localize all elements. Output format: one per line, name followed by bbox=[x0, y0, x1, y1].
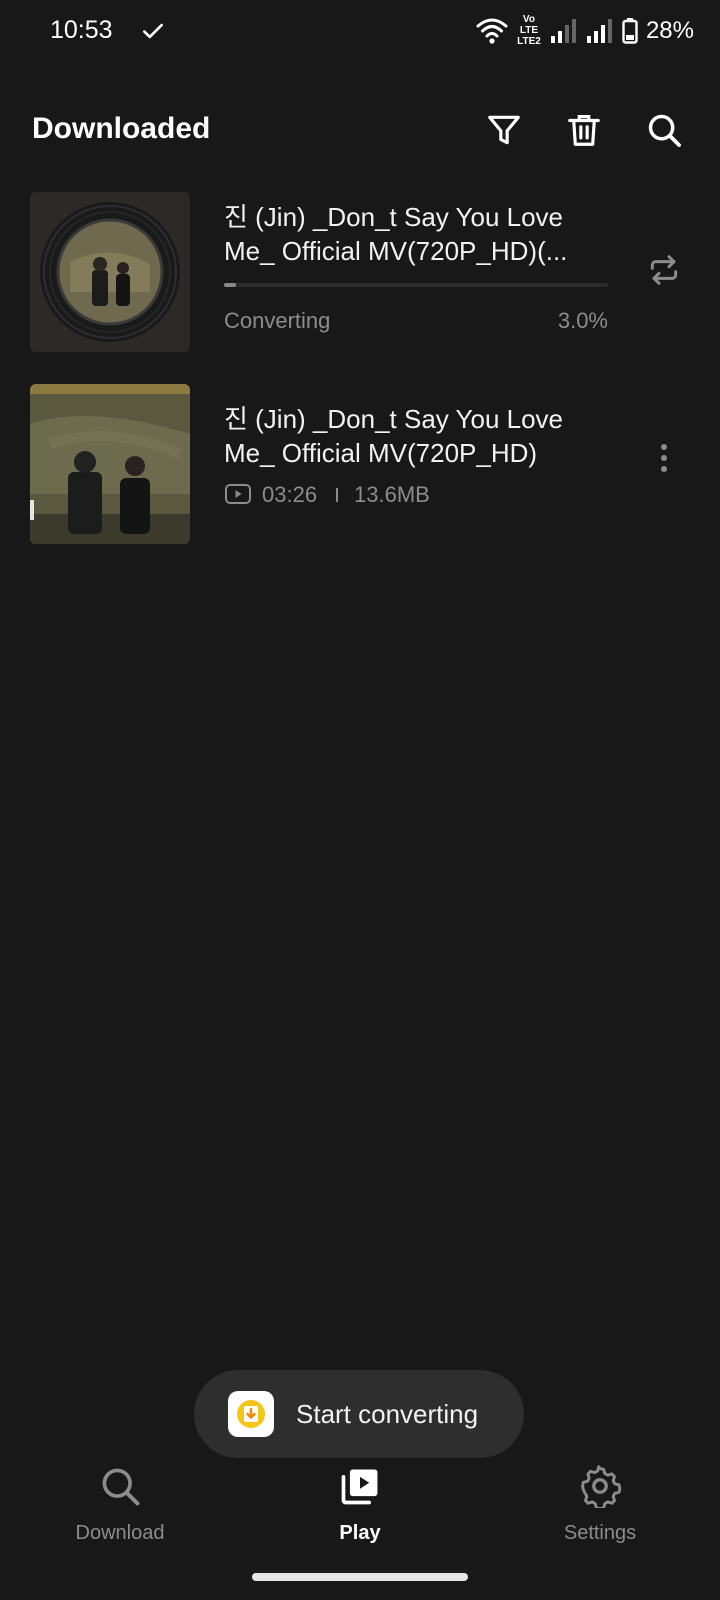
video-thumbnail bbox=[30, 192, 190, 352]
signal-icon-sim1 bbox=[550, 18, 576, 43]
volte-indicator: Vo LTE LTE2 bbox=[517, 14, 541, 47]
nav-item-download[interactable]: Download bbox=[20, 1450, 220, 1545]
list-item-converting[interactable]: 진 (Jin) _Don_t Say You Love Me_ Official… bbox=[0, 180, 720, 360]
gear-icon bbox=[581, 1465, 622, 1508]
download-app-logo-icon bbox=[237, 1400, 265, 1428]
app-icon bbox=[228, 1391, 274, 1437]
play-library-icon bbox=[341, 1469, 378, 1505]
video-duration-icon bbox=[225, 484, 251, 504]
search-icon bbox=[648, 114, 681, 147]
conversion-percent: 3.0% bbox=[557, 308, 608, 333]
video-duration: 03:26 bbox=[262, 482, 318, 507]
list-item-downloaded[interactable]: 진 (Jin) _Don_t Say You Love Me_ Official… bbox=[0, 372, 720, 552]
nav-label-settings: Settings bbox=[563, 1522, 637, 1544]
home-indicator[interactable] bbox=[252, 1573, 468, 1581]
video-thumbnail bbox=[30, 384, 190, 544]
convert-repeat-icon bbox=[650, 255, 678, 285]
item-title: 진 (Jin) _Don_t Say You Love Me_ Official… bbox=[224, 202, 568, 266]
battery-percent: 28% bbox=[645, 16, 694, 44]
conversion-progress-fill bbox=[224, 283, 236, 287]
more-vertical-icon bbox=[661, 444, 667, 472]
conversion-progress-bar bbox=[224, 283, 608, 287]
nav-label-download: Download bbox=[75, 1522, 165, 1544]
file-size: 13.6MB bbox=[354, 482, 430, 507]
meta-divider bbox=[336, 488, 338, 502]
filter-button[interactable] bbox=[480, 106, 528, 154]
more-options-button[interactable] bbox=[640, 434, 688, 482]
mv-thumbnail-image bbox=[30, 384, 190, 544]
check-icon bbox=[143, 23, 163, 39]
status-time: 10:53 bbox=[50, 16, 113, 44]
convert-button[interactable] bbox=[640, 246, 688, 294]
search-icon bbox=[102, 1468, 140, 1506]
toast-message: Start converting bbox=[194, 1370, 524, 1458]
nav-item-settings[interactable]: Settings bbox=[500, 1450, 700, 1545]
status-icons: Vo LTE LTE2 28% bbox=[476, 14, 694, 47]
page-title: Downloaded bbox=[32, 112, 211, 145]
battery-icon bbox=[622, 17, 638, 44]
app-screen: 10:53 Vo LTE LTE2 28% Downloaded 진 (Jin)… bbox=[0, 0, 720, 1600]
bottom-navigation: Download Play Settings bbox=[0, 1450, 720, 1560]
trash-icon bbox=[568, 114, 600, 146]
conversion-status: Converting bbox=[224, 308, 331, 333]
toast-text: Start converting bbox=[296, 1398, 479, 1429]
nav-label-play: Play bbox=[339, 1522, 381, 1544]
vinyl-thumbnail-image bbox=[30, 192, 190, 352]
nav-item-play[interactable]: Play bbox=[260, 1450, 460, 1545]
item-title: 진 (Jin) _Don_t Say You Love Me_ Official… bbox=[224, 404, 564, 468]
search-button[interactable] bbox=[640, 106, 688, 154]
filter-icon bbox=[488, 115, 520, 145]
signal-icon-sim2 bbox=[586, 18, 612, 43]
status-bar: 10:53 Vo LTE LTE2 28% bbox=[0, 0, 720, 64]
delete-button[interactable] bbox=[560, 106, 608, 154]
top-app-bar: Downloaded bbox=[0, 96, 720, 166]
wifi-icon bbox=[476, 18, 508, 44]
